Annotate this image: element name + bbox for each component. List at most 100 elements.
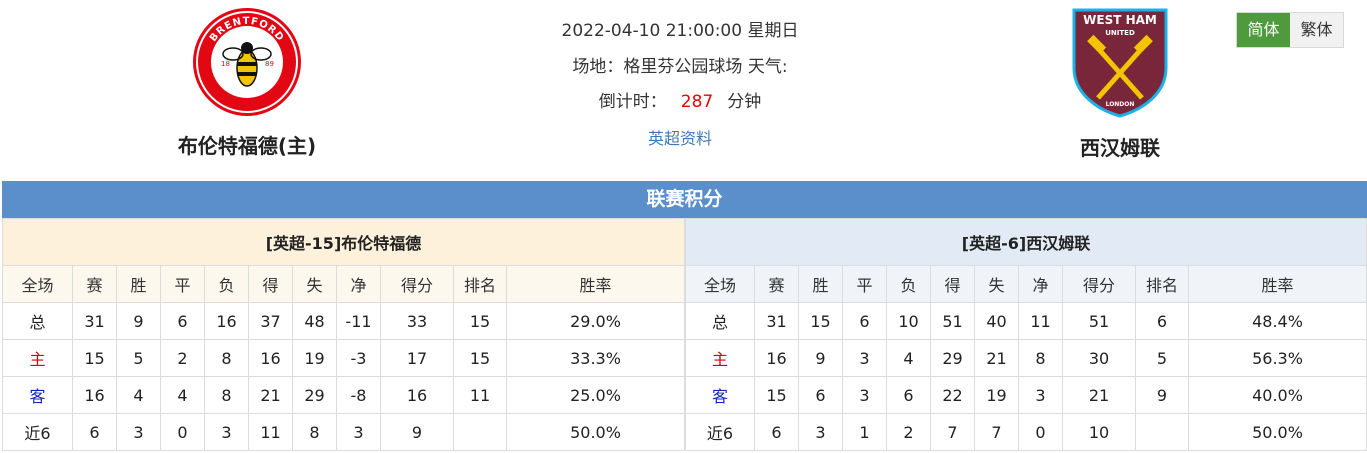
away-table-caption: [英超-6]西汉姆联 — [685, 218, 1367, 266]
cell-won: 4 — [116, 376, 161, 414]
row-label-home: 主 — [2, 339, 73, 377]
cell-played: 16 — [754, 339, 799, 377]
cell-goal-diff: -11 — [336, 302, 381, 340]
table-row: 客 16 4 4 8 21 29 -8 16 11 25.0% — [2, 376, 685, 414]
simplified-chinese-button[interactable]: 简体 — [1237, 13, 1290, 47]
cell-lost: 16 — [204, 302, 249, 340]
cell-goals-for: 37 — [248, 302, 293, 340]
cell-goal-diff: 8 — [1018, 339, 1063, 377]
column-header: 排名 — [1135, 265, 1189, 303]
cell-points: 30 — [1062, 339, 1136, 377]
column-header: 失 — [292, 265, 337, 303]
cell-win-rate: 50.0% — [1188, 413, 1367, 451]
table-row: 总 31 15 6 10 51 40 11 51 6 48.4% — [685, 302, 1367, 340]
brentford-logo: BRENTFORD FOOTBALL CLUB 18 89 — [193, 8, 301, 116]
cell-points: 21 — [1062, 376, 1136, 414]
cell-win-rate: 25.0% — [506, 376, 685, 414]
cell-won: 3 — [798, 413, 843, 451]
cell-played: 16 — [72, 376, 117, 414]
cell-goals-for: 16 — [248, 339, 293, 377]
cell-goals-against: 21 — [974, 339, 1019, 377]
cell-drawn: 3 — [842, 339, 887, 377]
table-row: 近6 6 3 0 3 11 8 3 9 50.0% — [2, 413, 685, 451]
cell-goal-diff: -8 — [336, 376, 381, 414]
cell-rank — [1135, 413, 1189, 451]
cell-goals-against: 19 — [292, 339, 337, 377]
row-label-last6: 近6 — [2, 413, 73, 451]
cell-won: 9 — [798, 339, 843, 377]
cell-drawn: 6 — [160, 302, 205, 340]
column-header: 全场 — [2, 265, 73, 303]
cell-goals-for: 21 — [248, 376, 293, 414]
table-header-row: 全场 赛 胜 平 负 得 失 净 得分 排名 胜率 — [685, 265, 1367, 303]
away-team-name: 西汉姆联 — [1080, 136, 1160, 160]
column-header: 胜率 — [1188, 265, 1367, 303]
cell-lost: 3 — [204, 413, 249, 451]
row-label-last6: 近6 — [685, 413, 755, 451]
cell-played: 6 — [754, 413, 799, 451]
venue-line: 场地：格里芬公园球场 天气: — [480, 50, 880, 86]
column-header: 赛 — [72, 265, 117, 303]
cell-goals-against: 29 — [292, 376, 337, 414]
cell-lost: 4 — [886, 339, 931, 377]
table-row: 总 31 9 6 16 37 48 -11 33 15 29.0% — [2, 302, 685, 340]
cell-goals-for: 51 — [930, 302, 975, 340]
cell-win-rate: 40.0% — [1188, 376, 1367, 414]
league-info-link[interactable]: 英超资料 — [648, 129, 712, 148]
svg-text:WEST HAM: WEST HAM — [1083, 13, 1157, 27]
column-header: 失 — [974, 265, 1019, 303]
cell-win-rate: 48.4% — [1188, 302, 1367, 340]
cell-goals-for: 29 — [930, 339, 975, 377]
cell-points: 51 — [1062, 302, 1136, 340]
cell-points: 10 — [1062, 413, 1136, 451]
cell-goals-for: 7 — [930, 413, 975, 451]
column-header: 得分 — [1062, 265, 1136, 303]
cell-drawn: 6 — [842, 302, 887, 340]
cell-drawn: 3 — [842, 376, 887, 414]
cell-won: 9 — [116, 302, 161, 340]
row-label-total: 总 — [685, 302, 755, 340]
column-header: 负 — [204, 265, 249, 303]
cell-goals-against: 40 — [974, 302, 1019, 340]
cell-lost: 8 — [204, 376, 249, 414]
match-header: BRENTFORD FOOTBALL CLUB 18 89 布伦特福德(主) 2… — [0, 0, 1367, 181]
cell-rank: 15 — [453, 302, 507, 340]
cell-won: 5 — [116, 339, 161, 377]
cell-points: 9 — [380, 413, 454, 451]
cell-points: 16 — [380, 376, 454, 414]
countdown-unit: 分钟 — [727, 92, 762, 112]
home-standings-table: [英超-15]布伦特福德 全场 赛 胜 平 负 得 失 净 得分 排名 胜率 总… — [2, 218, 685, 451]
home-team: BRENTFORD FOOTBALL CLUB 18 89 布伦特福德(主) — [117, 0, 377, 159]
cell-goal-diff: 3 — [336, 413, 381, 451]
cell-win-rate: 50.0% — [506, 413, 685, 451]
venue-name: 格里芬公园球场 — [623, 56, 743, 77]
cell-played: 6 — [72, 413, 117, 451]
column-header: 得分 — [380, 265, 454, 303]
cell-drawn: 0 — [160, 413, 205, 451]
column-header: 胜率 — [506, 265, 685, 303]
cell-goals-for: 22 — [930, 376, 975, 414]
cell-points: 33 — [380, 302, 454, 340]
cell-rank: 11 — [453, 376, 507, 414]
cell-rank: 9 — [1135, 376, 1189, 414]
away-team: WEST HAM UNITED LONDON 西汉姆联 — [990, 0, 1250, 161]
cell-won: 6 — [798, 376, 843, 414]
traditional-chinese-button[interactable]: 繁体 — [1290, 13, 1343, 47]
svg-text:89: 89 — [265, 60, 274, 68]
cell-points: 17 — [380, 339, 454, 377]
row-label-total: 总 — [2, 302, 73, 340]
home-team-name: 布伦特福德(主) — [177, 134, 317, 158]
column-header: 净 — [336, 265, 381, 303]
cell-drawn: 1 — [842, 413, 887, 451]
match-info: 2022-04-10 21:00:00 星期日 场地：格里芬公园球场 天气: 倒… — [480, 14, 880, 157]
countdown: 倒计时： 287 分钟 — [480, 85, 880, 121]
cell-played: 15 — [72, 339, 117, 377]
cell-goals-against: 8 — [292, 413, 337, 451]
west-ham-logo: WEST HAM UNITED LONDON — [1072, 8, 1168, 118]
cell-drawn: 2 — [160, 339, 205, 377]
standings-title: 联赛积分 — [2, 181, 1367, 218]
cell-goals-against: 7 — [974, 413, 1019, 451]
cell-rank: 5 — [1135, 339, 1189, 377]
cell-goal-diff: 0 — [1018, 413, 1063, 451]
column-header: 负 — [886, 265, 931, 303]
